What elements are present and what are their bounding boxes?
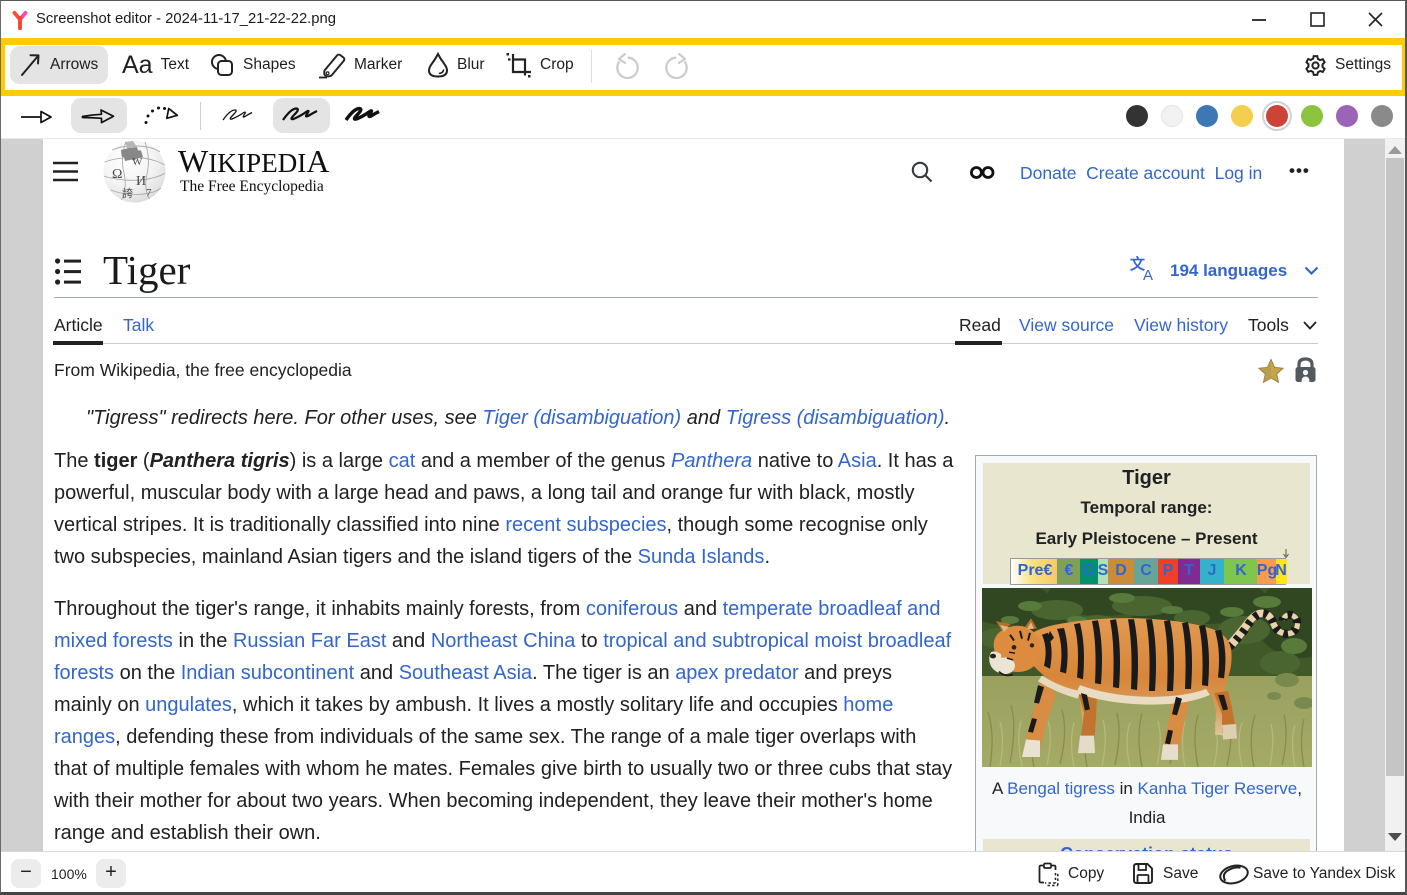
svg-text:誇: 誇	[122, 186, 133, 200]
svg-text:7: 7	[146, 187, 152, 199]
svg-text:Ω: Ω	[112, 167, 122, 182]
svg-text:A: A	[1143, 267, 1153, 282]
svg-text:W: W	[132, 156, 143, 168]
svg-text:И: И	[136, 174, 146, 189]
